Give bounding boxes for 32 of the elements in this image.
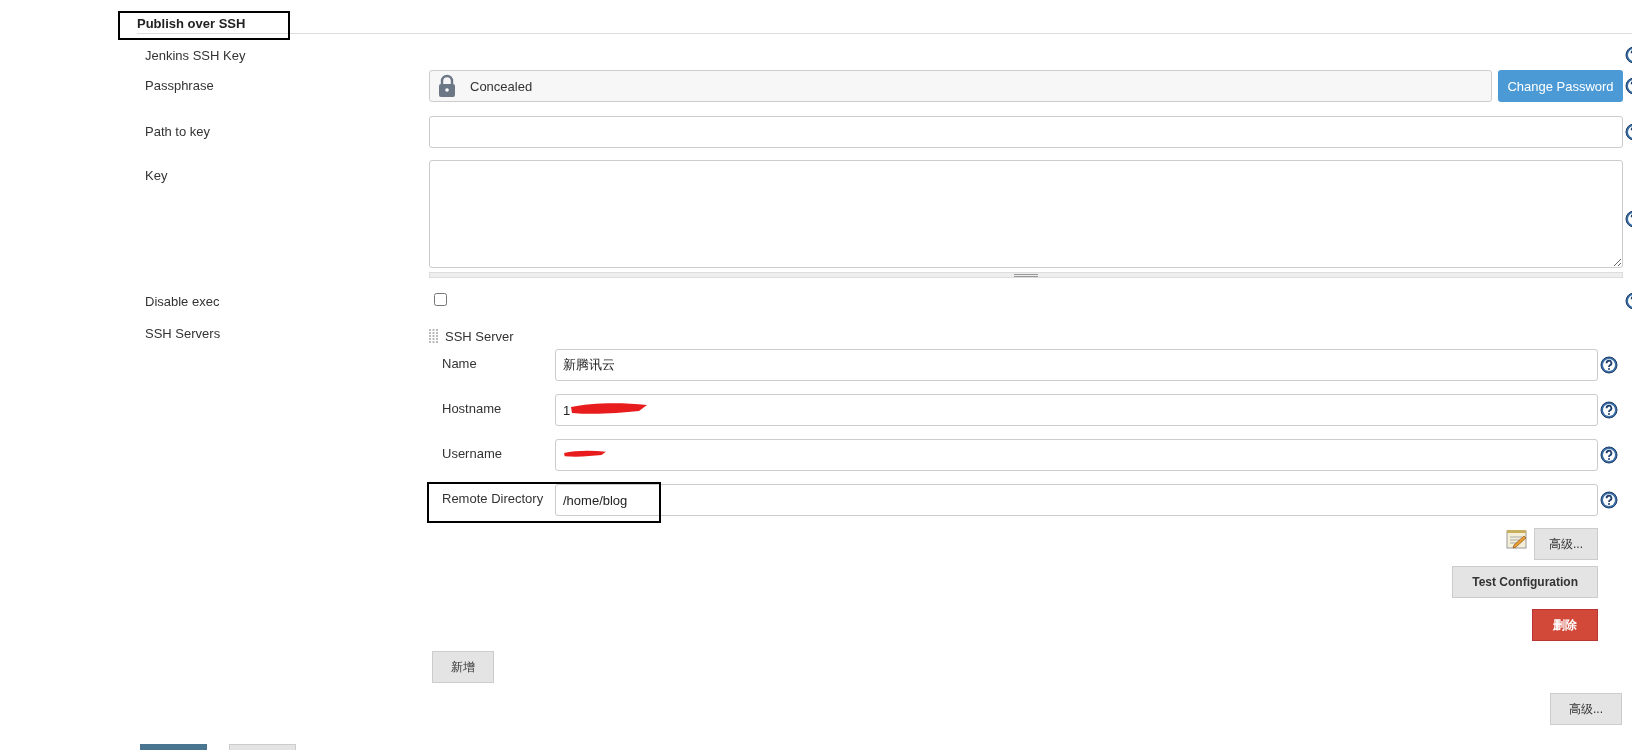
checkbox[interactable] <box>434 293 447 306</box>
resize-handle[interactable] <box>429 272 1623 278</box>
field-label: Username <box>442 445 502 463</box>
help-icon[interactable] <box>1600 446 1618 464</box>
path-field[interactable] <box>429 116 1623 148</box>
help-icon[interactable] <box>1600 491 1618 509</box>
text-field[interactable]: 1 <box>555 394 1598 426</box>
field-label: Disable exec <box>145 293 220 309</box>
field-label: Passphrase <box>145 77 214 93</box>
field-label: Key <box>145 167 168 183</box>
field-label: Remote Directory <box>442 490 544 508</box>
server-title: SSH Server <box>445 328 514 344</box>
drag-handle-icon[interactable] <box>429 328 439 344</box>
advanced-button[interactable]: 高级... <box>1534 528 1598 560</box>
help-icon[interactable] <box>1600 401 1618 419</box>
password-field[interactable]: Concealed <box>429 70 1492 102</box>
field-label: Path to key <box>145 123 211 139</box>
field-label: Jenkins SSH Key <box>145 47 246 63</box>
advanced-button[interactable]: 高级... <box>1550 693 1622 725</box>
text-field[interactable]: /home/blog <box>555 484 1598 516</box>
test-configuration-button[interactable]: Test Configuration <box>1452 566 1598 598</box>
field-label: SSH Servers <box>145 326 221 341</box>
field-label: Hostname <box>442 400 502 418</box>
section-title: Publish over SSH <box>137 16 246 31</box>
text-field[interactable]: 新腾讯云 <box>555 349 1598 381</box>
text-field[interactable] <box>555 439 1598 471</box>
help-icon[interactable] <box>1600 356 1618 374</box>
delete-button[interactable]: 删除 <box>1532 609 1598 641</box>
notepad-icon[interactable] <box>1506 528 1528 550</box>
lock-icon <box>438 74 456 98</box>
add-button[interactable]: 新增 <box>432 651 494 683</box>
field-label: Name <box>442 355 477 373</box>
